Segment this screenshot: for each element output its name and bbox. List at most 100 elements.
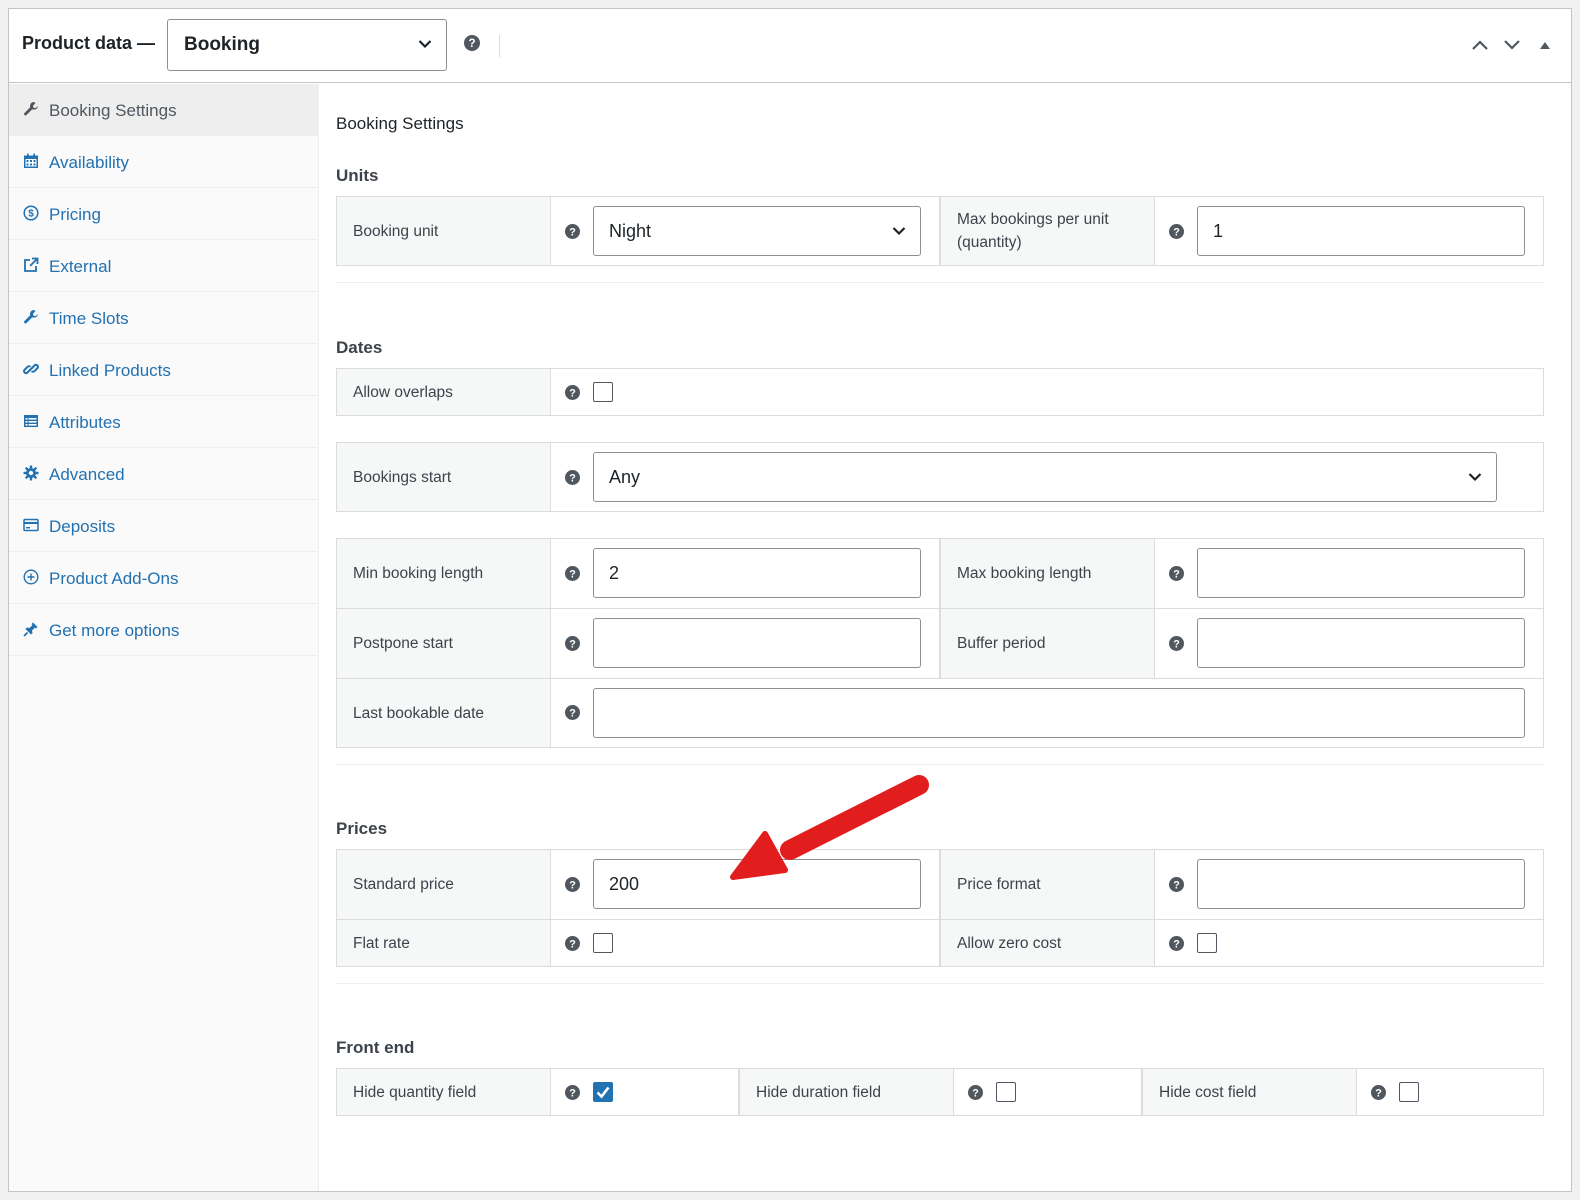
buffer-period-label: Buffer period (941, 609, 1155, 678)
help-icon[interactable] (1371, 1085, 1386, 1100)
help-icon[interactable] (565, 705, 580, 720)
max-booking-length-label: Max booking length (941, 539, 1155, 608)
tab-pricing[interactable]: $ Pricing (9, 188, 318, 240)
help-icon[interactable] (968, 1085, 983, 1100)
product-type-value: Booking (184, 34, 260, 55)
tab-deposits[interactable]: Deposits (9, 500, 318, 552)
wrench-icon (24, 102, 38, 116)
help-icon[interactable] (565, 936, 580, 951)
gear-icon (23, 465, 39, 481)
help-icon[interactable] (565, 385, 580, 400)
hide-quantity-label: Hide quantity field (337, 1069, 551, 1115)
price-format-label: Price format (941, 850, 1155, 919)
help-icon[interactable] (565, 224, 580, 239)
tab-label: Product Add-Ons (49, 569, 179, 588)
tab-linked-products[interactable]: Linked Products (9, 344, 318, 396)
tab-label: Availability (49, 153, 130, 172)
product-data-tabs: Booking Settings Availability $ Pricing … (9, 84, 319, 1191)
tab-label: Pricing (49, 205, 101, 224)
tab-availability[interactable]: Availability (9, 136, 318, 188)
hide-cost-checkbox[interactable] (1399, 1082, 1419, 1102)
hide-quantity-checkbox[interactable] (593, 1082, 613, 1102)
panel-header: Product data — Booking (9, 9, 1571, 83)
max-bookings-label: Max bookings per unit (quantity) (941, 197, 1155, 265)
tab-advanced[interactable]: Advanced (9, 448, 318, 500)
chevron-down-icon (1468, 472, 1482, 482)
help-icon[interactable] (1169, 877, 1184, 892)
tab-label: Get more options (49, 621, 180, 640)
units-heading: Units (336, 166, 379, 185)
chevron-down-icon (892, 226, 906, 236)
bookings-start-select[interactable]: Any (593, 452, 1497, 502)
price-format-input[interactable] (1197, 859, 1525, 909)
allow-overlaps-label: Allow overlaps (337, 369, 551, 415)
flat-rate-checkbox[interactable] (593, 933, 613, 953)
tab-time-slots[interactable]: Time Slots (9, 292, 318, 344)
help-icon[interactable] (565, 566, 580, 581)
bookings-start-value: Any (609, 467, 641, 487)
postpone-start-input[interactable] (593, 618, 921, 668)
checkmark-icon (596, 1086, 610, 1098)
help-icon[interactable] (565, 636, 580, 651)
postpone-start-label: Postpone start (337, 609, 551, 678)
plus-circle-icon (23, 569, 39, 585)
help-icon[interactable] (1169, 636, 1184, 651)
svg-text:$: $ (28, 209, 34, 220)
hide-duration-label: Hide duration field (740, 1069, 954, 1115)
section-divider (336, 983, 1544, 984)
help-icon[interactable] (464, 35, 480, 51)
page-title: Booking Settings (336, 114, 464, 133)
tab-get-more-options[interactable]: Get more options (9, 604, 318, 656)
help-icon[interactable] (1169, 224, 1184, 239)
standard-price-input[interactable]: 200 (593, 859, 921, 909)
booking-unit-label: Booking unit (337, 197, 551, 265)
list-icon (24, 415, 38, 427)
min-booking-length-label: Min booking length (337, 539, 551, 608)
last-bookable-date-label: Last bookable date (337, 679, 551, 747)
chevron-down-icon (418, 39, 432, 49)
link-icon (23, 363, 39, 375)
header-divider (499, 35, 500, 57)
tab-label: Attributes (49, 413, 121, 432)
tab-label: Linked Products (49, 361, 171, 380)
tab-external[interactable]: External (9, 240, 318, 292)
collapse-toggle-icon[interactable] (1539, 40, 1551, 50)
allow-overlaps-checkbox[interactable] (593, 382, 613, 402)
max-bookings-input[interactable]: 1 (1197, 206, 1525, 256)
tab-attributes[interactable]: Attributes (9, 396, 318, 448)
max-booking-length-input[interactable] (1197, 548, 1525, 598)
bookings-start-label: Bookings start (337, 443, 551, 511)
help-icon[interactable] (565, 877, 580, 892)
last-bookable-date-input[interactable] (593, 688, 1525, 738)
help-icon[interactable] (1169, 936, 1184, 951)
min-booking-length-input[interactable]: 2 (593, 548, 921, 598)
section-divider (336, 764, 1544, 765)
booking-unit-select[interactable]: Night (593, 206, 921, 256)
units-box: Booking unit Night Max bookings per unit… (336, 196, 1544, 266)
dates-heading: Dates (336, 338, 383, 357)
tab-booking-settings[interactable]: Booking Settings (9, 84, 318, 136)
buffer-period-input[interactable] (1197, 618, 1525, 668)
wrench-icon (24, 310, 38, 324)
help-icon[interactable] (565, 1085, 580, 1100)
help-icon[interactable] (565, 470, 580, 485)
help-icon[interactable] (1169, 566, 1184, 581)
tab-product-add-ons[interactable]: Product Add-Ons (9, 552, 318, 604)
product-data-panel: Product data — Booking Booking Settings … (8, 8, 1572, 1192)
prices-heading: Prices (336, 819, 388, 838)
allow-zero-cost-checkbox[interactable] (1197, 933, 1217, 953)
front-end-box: Hide quantity field Hide duration field … (336, 1068, 1544, 1116)
product-type-select[interactable]: Booking (167, 19, 447, 71)
move-up-icon[interactable] (1471, 39, 1489, 51)
plugin-icon (23, 622, 38, 637)
allow-zero-cost-label: Allow zero cost (941, 920, 1155, 966)
booking-length-box: Min booking length 2 Max booking length … (336, 538, 1544, 748)
allow-overlaps-box: Allow overlaps (336, 368, 1544, 416)
card-icon (23, 518, 39, 532)
hide-duration-checkbox[interactable] (996, 1082, 1016, 1102)
move-down-icon[interactable] (1503, 39, 1521, 51)
bookings-start-box: Bookings start Any (336, 442, 1544, 512)
tab-label: External (49, 257, 112, 276)
hide-cost-label: Hide cost field (1143, 1069, 1357, 1115)
panel-title: Product data — (22, 33, 156, 53)
